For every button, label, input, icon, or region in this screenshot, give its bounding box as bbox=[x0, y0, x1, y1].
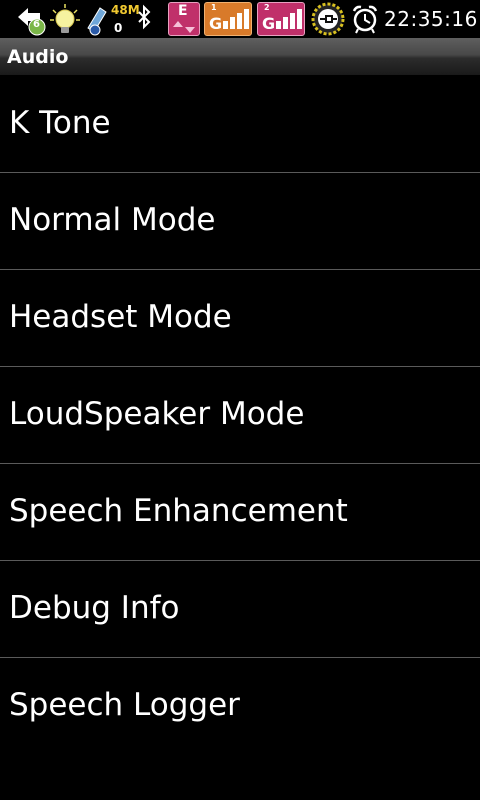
list-item-label: K Tone bbox=[9, 105, 111, 141]
sim2-signal-icon[interactable]: 2 G bbox=[257, 2, 305, 36]
list-item-headset-mode[interactable]: Headset Mode bbox=[0, 270, 480, 367]
battery-charging-icon[interactable] bbox=[310, 2, 346, 36]
audio-settings-list: K Tone Normal Mode Headset Mode LoudSpea… bbox=[0, 76, 480, 755]
lightbulb-icon[interactable] bbox=[48, 2, 82, 36]
list-item-loudspeaker-mode[interactable]: LoudSpeaker Mode bbox=[0, 367, 480, 464]
sim1-slot: 1 bbox=[211, 3, 217, 12]
list-item-label: LoudSpeaker Mode bbox=[9, 396, 305, 432]
list-item-speech-enhancement[interactable]: Speech Enhancement bbox=[0, 464, 480, 561]
sim1-signal-icon[interactable]: 1 G bbox=[204, 2, 252, 36]
list-item-label: Speech Logger bbox=[9, 687, 240, 723]
edge-letter: E bbox=[178, 3, 188, 19]
list-item-k-tone[interactable]: K Tone bbox=[0, 76, 480, 173]
edge-data-icon[interactable]: E bbox=[168, 2, 200, 36]
list-item-label: Headset Mode bbox=[9, 299, 232, 335]
data-count-label: 0 bbox=[114, 21, 123, 35]
list-item-normal-mode[interactable]: Normal Mode bbox=[0, 173, 480, 270]
list-item-label: Speech Enhancement bbox=[9, 493, 348, 529]
title-bar: Audio bbox=[0, 38, 480, 76]
list-item-label: Debug Info bbox=[9, 590, 180, 626]
alarm-clock-icon[interactable] bbox=[351, 2, 379, 36]
page-title: Audio bbox=[7, 46, 69, 68]
usb-badge-count: 6 bbox=[33, 19, 40, 30]
list-item-speech-logger[interactable]: Speech Logger bbox=[0, 658, 480, 755]
bluetooth-icon[interactable] bbox=[134, 2, 154, 36]
sim2-slot: 2 bbox=[264, 3, 270, 12]
status-bar: 6 48M 0 E 1 G 2 G 22:35:16 bbox=[0, 0, 480, 38]
data-transfer-icon[interactable]: 48M 0 bbox=[84, 2, 140, 36]
usb-notification-icon[interactable]: 6 bbox=[14, 2, 48, 36]
list-item-label: Normal Mode bbox=[9, 202, 216, 238]
status-time: 22:35:16 bbox=[384, 7, 478, 31]
list-item-debug-info[interactable]: Debug Info bbox=[0, 561, 480, 658]
